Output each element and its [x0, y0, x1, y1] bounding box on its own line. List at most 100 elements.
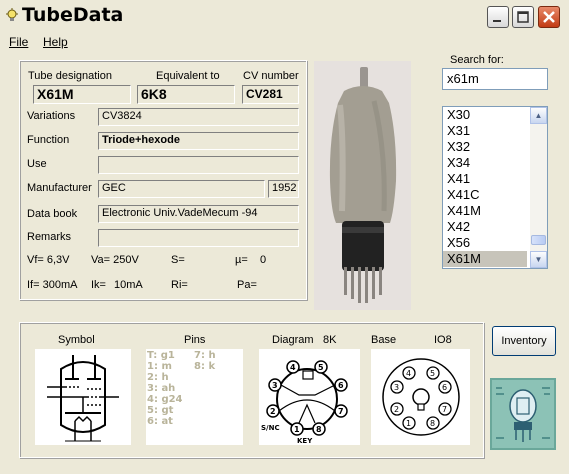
- year-field[interactable]: 1952: [268, 180, 299, 198]
- svg-text:3: 3: [272, 381, 278, 390]
- list-item[interactable]: X31: [443, 123, 527, 139]
- list-item[interactable]: X56: [443, 235, 527, 251]
- cv-number-label: CV number: [243, 70, 299, 82]
- close-button[interactable]: [538, 6, 560, 28]
- menu-bar: [0, 32, 569, 52]
- tubedata-logo: [490, 378, 556, 450]
- window-title: TubeData: [22, 4, 124, 26]
- svg-text:6: 6: [338, 381, 344, 390]
- pin-entry: 2: h: [147, 372, 169, 383]
- pin-entry: 4: g24: [147, 394, 183, 405]
- svg-text:5: 5: [318, 363, 324, 372]
- tube-list[interactable]: X30 X31 X32 X34 X41 X41C X41M X42 X56 X61M ▲ ▼: [442, 106, 548, 269]
- tube-symbol: [35, 349, 131, 445]
- diagram-code: 8K: [323, 334, 337, 346]
- pin-entry: 3: ah: [147, 383, 176, 394]
- data-book-field[interactable]: Electronic Univ.VadeMecum -94: [98, 205, 299, 223]
- menu-help-label: Help: [43, 35, 68, 49]
- function-label: Function: [27, 134, 70, 146]
- svg-text:7: 7: [338, 407, 344, 416]
- use-label: Use: [27, 158, 47, 170]
- base-code: IO8: [434, 334, 452, 346]
- maximize-icon: [517, 11, 529, 23]
- variations-label: Variations: [27, 110, 76, 122]
- pins-label: Pins: [184, 334, 206, 346]
- close-icon: [543, 11, 555, 23]
- ik-value: 10mA: [114, 279, 143, 291]
- list-item[interactable]: X41: [443, 171, 527, 187]
- tube-designation-label: Tube designation: [28, 70, 112, 82]
- pins-left-list: T: g1 1: m 2: h 3: ah 4: g24 5: gt 6: at: [147, 350, 183, 427]
- menu-file[interactable]: File: [9, 35, 28, 49]
- svg-text:6: 6: [442, 383, 447, 392]
- chevron-up-icon: ▲: [534, 111, 543, 120]
- minimize-button[interactable]: [487, 6, 509, 28]
- svg-text:1: 1: [406, 419, 411, 428]
- va-value: Va= 250V: [91, 254, 139, 266]
- pins-box: T: g1 1: m 2: h 3: ah 4: g24 5: gt 6: at 7: h8…: [146, 349, 243, 445]
- chevron-down-icon: ▼: [534, 255, 543, 264]
- svg-text:5: 5: [430, 369, 435, 378]
- variations-field[interactable]: CV3824: [98, 108, 299, 126]
- list-item[interactable]: X30: [443, 107, 527, 123]
- manufacturer-label: Manufacturer: [27, 182, 92, 194]
- list-item[interactable]: X34: [443, 155, 527, 171]
- scroll-down-button[interactable]: ▼: [530, 251, 547, 268]
- svg-text:2: 2: [270, 407, 276, 416]
- pa-value: Pa=: [237, 279, 257, 291]
- pin-entry: 6: at: [147, 416, 173, 427]
- vf-value: Vf= 6,3V: [27, 254, 70, 266]
- svg-text:4: 4: [290, 363, 296, 372]
- mu-value: 0: [260, 254, 267, 266]
- mu-label: µ=: [235, 254, 248, 266]
- list-item[interactable]: X41M: [443, 203, 527, 219]
- scroll-up-button[interactable]: ▲: [530, 107, 547, 124]
- search-input[interactable]: x61m: [442, 68, 548, 90]
- function-field[interactable]: Triode+hexode: [98, 132, 299, 150]
- pin-entry: 1: m: [147, 361, 172, 372]
- base-diagram: 4 5 3 6 2 7 1 8: [371, 349, 470, 445]
- minimize-icon: [493, 20, 501, 22]
- equivalent-field[interactable]: 6K8: [137, 85, 235, 104]
- s-value: S=: [171, 254, 185, 266]
- pin-entry: 7: h: [194, 350, 216, 361]
- list-item[interactable]: X42: [443, 219, 527, 235]
- ri-value: Ri=: [171, 279, 188, 291]
- manufacturer-field[interactable]: GEC: [98, 180, 265, 198]
- snc-text: S/NC: [261, 424, 280, 432]
- diagram-label: Diagram: [272, 334, 314, 346]
- pin-entry: T: g1: [147, 350, 175, 361]
- svg-text:4: 4: [406, 369, 411, 378]
- symbol-label: Symbol: [58, 334, 95, 346]
- cv-number-field[interactable]: CV281: [242, 85, 299, 104]
- base-label: Base: [371, 334, 397, 346]
- svg-text:8: 8: [430, 419, 435, 428]
- pins-right-list: 7: h 8: k: [194, 350, 216, 372]
- list-scrollbar[interactable]: ▲ ▼: [530, 107, 547, 268]
- pin-entry: 8: k: [194, 361, 216, 372]
- list-item[interactable]: X32: [443, 139, 527, 155]
- ik-label: Ik=: [91, 279, 106, 291]
- maximize-button[interactable]: [512, 6, 534, 28]
- inventory-button[interactable]: Inventory: [492, 326, 556, 356]
- menu-help[interactable]: Help: [43, 35, 68, 49]
- remarks-field[interactable]: [98, 229, 299, 247]
- list-item[interactable]: X61M: [443, 251, 527, 267]
- tube-designation-field[interactable]: X61M: [33, 85, 131, 104]
- tube-photo: [314, 61, 411, 310]
- scroll-thumb[interactable]: [531, 235, 546, 245]
- key-text: KEY: [297, 437, 313, 445]
- svg-text:2: 2: [394, 405, 399, 414]
- svg-text:1: 1: [294, 425, 300, 434]
- pin-entry: 5: gt: [147, 405, 174, 416]
- equivalent-to-label: Equivalent to: [156, 70, 220, 82]
- pin-diagram: 4 5 3 6 2 7 1 8 S/NC KEY: [259, 349, 360, 445]
- svg-text:8: 8: [316, 425, 322, 434]
- list-item[interactable]: X41C: [443, 187, 527, 203]
- menu-file-label: File: [9, 35, 29, 49]
- lightbulb-icon: [6, 8, 18, 21]
- remarks-label: Remarks: [27, 231, 72, 243]
- search-label: Search for:: [450, 54, 504, 66]
- use-field[interactable]: [98, 156, 299, 174]
- svg-text:7: 7: [442, 405, 447, 414]
